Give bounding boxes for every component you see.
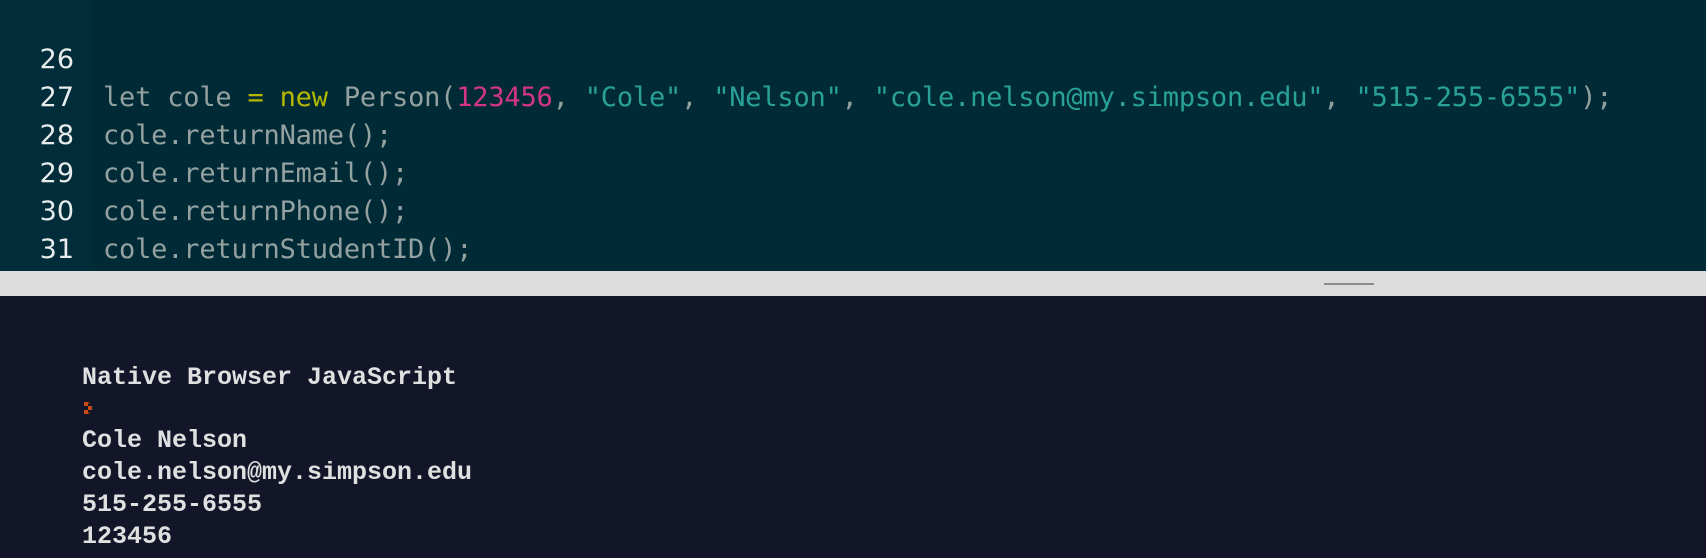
console-output-line: 515-255-6555 [82,490,263,519]
code-line[interactable]: 26 let cole = new Person(123456, "Cole",… [0,3,1706,113]
chevron-right-icon [84,402,92,414]
console-header: Native Browser JavaScript [82,363,458,392]
code-line[interactable]: 28 cole.returnEmail(); [0,79,1706,189]
console-output-line: 123456 [82,522,173,551]
pane-resize-splitter[interactable] [0,271,1706,296]
code-line[interactable]: 29 cole.returnPhone(); [0,117,1706,227]
resize-handle-icon[interactable] [1324,283,1374,285]
code-line[interactable]: 31 [0,193,1706,265]
console-output-line: Cole Nelson [82,426,248,455]
code-line[interactable]: 30 cole.returnStudentID(); [0,155,1706,265]
code-editor[interactable]: 26 let cole = new Person(123456, "Cole",… [0,0,1706,303]
console-output-line: cole.nelson@my.simpson.edu [82,458,473,487]
code-line[interactable]: 27 cole.returnName(); [0,41,1706,151]
code-line[interactable]: 32 [0,231,1706,303]
